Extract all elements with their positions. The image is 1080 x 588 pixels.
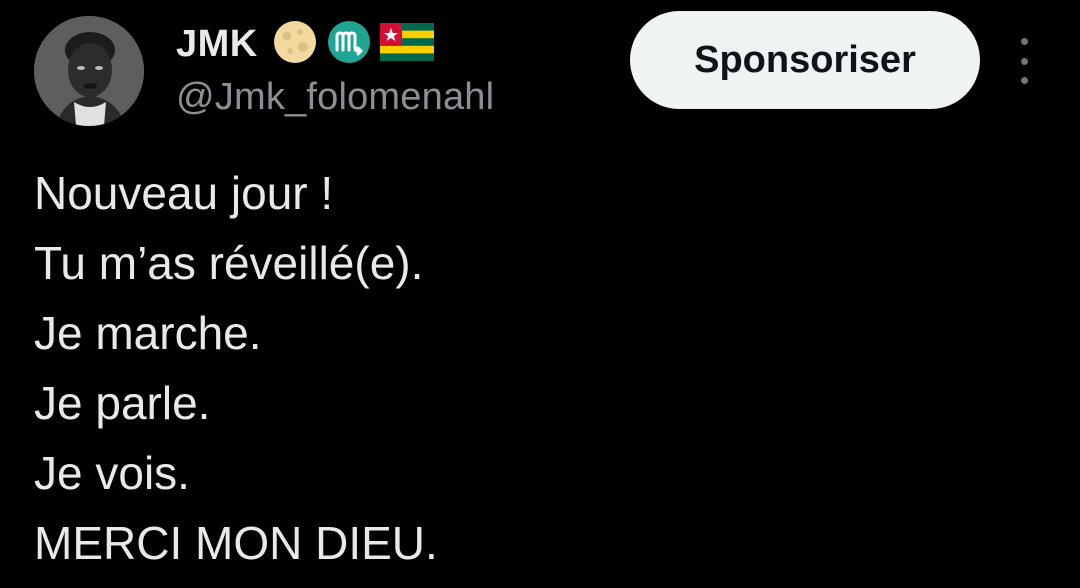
author-name-row[interactable]: JMK — [176, 18, 434, 70]
more-dot — [1020, 57, 1028, 65]
tweet-line: Je parle. — [34, 377, 211, 429]
avatar-portrait-icon — [34, 16, 144, 126]
full-moon-emoji-icon — [272, 19, 318, 70]
togo-flag-icon — [379, 22, 434, 66]
more-options-icon[interactable] — [1008, 38, 1040, 84]
tweet-line: Je vois. — [34, 447, 190, 499]
author-handle[interactable]: @Jmk_folomenahl — [176, 76, 494, 119]
tweet-text: Nouveau jour ! Tu m’as réveillé(e). Je m… — [34, 158, 438, 578]
sponsor-button[interactable]: Sponsoriser — [630, 11, 980, 109]
tweet-line: MERCI MON DIEU. — [34, 517, 438, 569]
avatar[interactable] — [34, 16, 144, 126]
tweet-line: Je marche. — [34, 307, 262, 359]
more-dot — [1020, 77, 1028, 84]
more-dot — [1020, 38, 1028, 45]
scorpio-sign-icon — [326, 19, 372, 70]
display-name[interactable]: JMK — [176, 23, 258, 66]
tweet-line: Tu m’as réveillé(e). — [34, 237, 424, 289]
tweet-line: Nouveau jour ! — [34, 167, 334, 219]
tweet-card: JMK @Jmk_folomenahl Sponsoriser Nouveau … — [0, 0, 1080, 588]
